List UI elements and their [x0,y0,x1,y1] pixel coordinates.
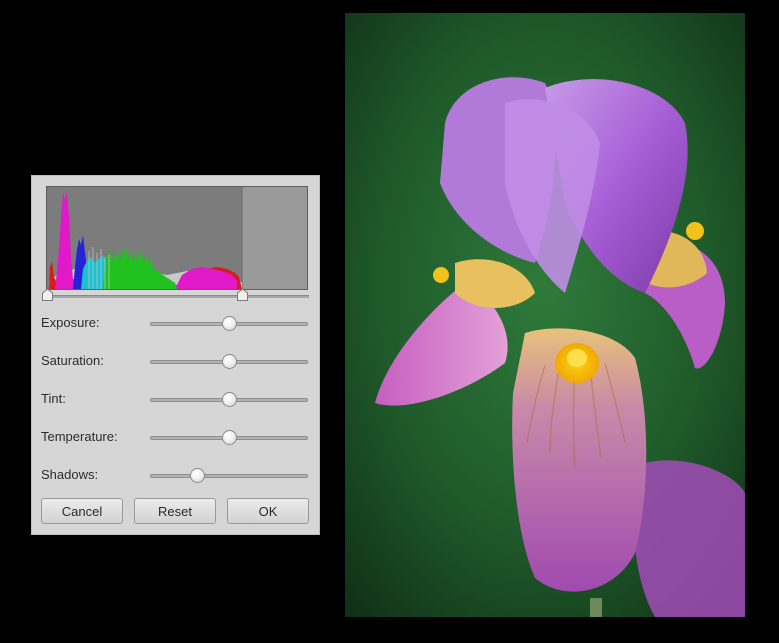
adjust-panel: Exposure: Saturation: Tint: Temperature:… [31,175,320,535]
histogram-green [103,245,177,289]
saturation-row: Saturation: [32,350,321,374]
right-stamen [686,222,704,240]
left-stamen [433,267,449,283]
temperature-slider-knob[interactable] [221,430,237,445]
stem [590,598,602,617]
saturation-slider-knob[interactable] [221,354,237,369]
histogram-clip-region [242,187,307,289]
reset-button[interactable]: Reset [134,498,216,524]
shadows-row: Shadows: [32,464,321,488]
temperature-row: Temperature: [32,426,321,450]
tint-slider-knob[interactable] [221,392,237,407]
exposure-slider-knob[interactable] [221,316,237,331]
shadows-label: Shadows: [41,467,99,482]
temperature-label: Temperature: [41,429,118,444]
cancel-button[interactable]: Cancel [41,498,123,524]
histogram-graph [49,187,307,289]
tint-row: Tint: [32,388,321,412]
black-point-handle[interactable] [41,289,53,301]
saturation-label: Saturation: [41,353,104,368]
exposure-label: Exposure: [41,315,100,330]
levels-range-track[interactable] [46,295,309,298]
white-point-handle[interactable] [236,289,248,301]
shadows-slider[interactable] [150,474,308,478]
ok-button[interactable]: OK [227,498,309,524]
background-bloom [634,460,745,617]
exposure-row: Exposure: [32,312,321,336]
iris-photo [345,13,745,617]
tint-label: Tint: [41,391,66,406]
shadows-slider-knob[interactable] [189,468,205,483]
histogram [46,186,308,290]
photo-preview [345,13,745,617]
